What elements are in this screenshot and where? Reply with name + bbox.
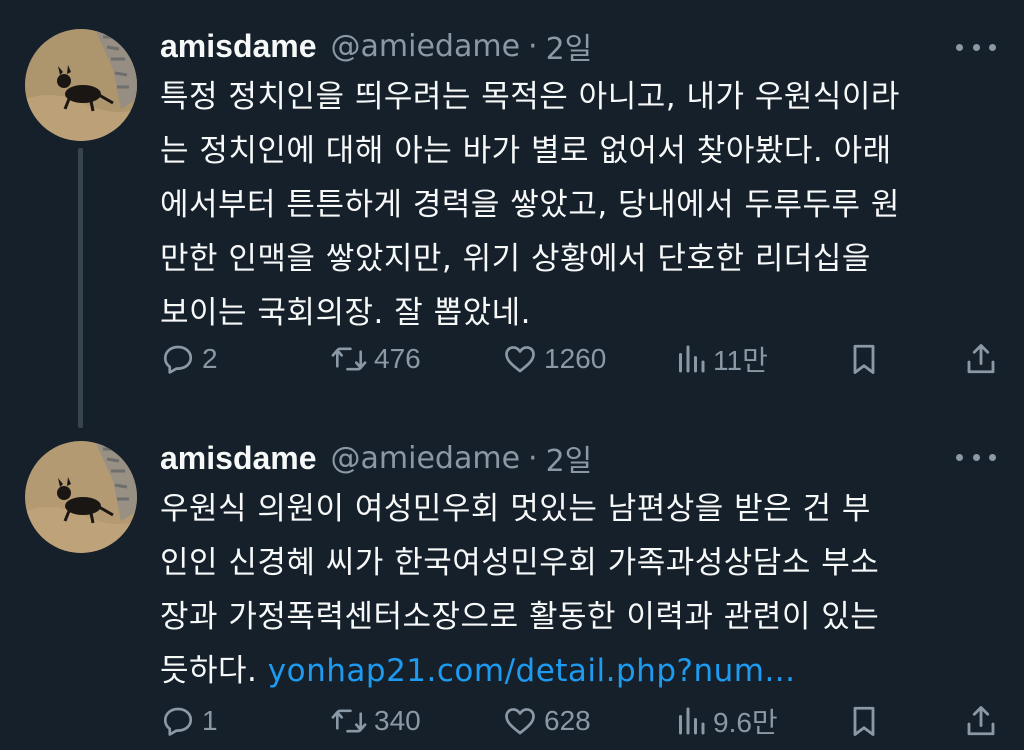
handle[interactable]: @amiedame bbox=[331, 29, 521, 64]
retweet-icon bbox=[331, 347, 367, 371]
handle[interactable]: @amiedame bbox=[331, 441, 521, 476]
more-icon bbox=[956, 453, 963, 461]
views-count: 9.6만 bbox=[713, 707, 778, 738]
avatar[interactable] bbox=[25, 29, 137, 141]
views-button[interactable]: 9.6만 bbox=[675, 701, 778, 741]
reply-icon bbox=[163, 707, 193, 736]
display-name[interactable]: amisdame bbox=[160, 440, 317, 477]
action-bar: 1 340 628 9.6만 bbox=[160, 701, 1000, 741]
more-button[interactable] bbox=[956, 32, 996, 62]
tweet-link[interactable]: yonhap21.com/detail.php?num... bbox=[268, 653, 796, 689]
reply-button[interactable]: 1 bbox=[160, 701, 218, 741]
heart-icon bbox=[505, 346, 535, 373]
reply-icon bbox=[163, 345, 193, 374]
retweet-button[interactable]: 340 bbox=[330, 701, 421, 741]
tweet-text-tail: 듯하다. bbox=[160, 653, 258, 689]
tweet-text: 우원식 의원이 여성민우회 멋있는 남편상을 받은 건 부 인인 신경혜 씨가 … bbox=[160, 482, 1000, 698]
share-button[interactable] bbox=[964, 339, 998, 379]
retweet-button[interactable]: 476 bbox=[330, 339, 421, 379]
retweet-count: 476 bbox=[374, 343, 421, 374]
like-button[interactable]: 628 bbox=[502, 701, 591, 741]
share-icon bbox=[967, 344, 995, 374]
tweet-header: amisdame @amiedame · 2일 bbox=[160, 24, 592, 68]
views-count: 11만 bbox=[713, 345, 768, 376]
action-bar: 2 476 1260 11만 bbox=[160, 339, 1000, 379]
thread-connector-line bbox=[78, 148, 83, 428]
tweet-text-line: 우원식 의원이 여성민우회 멋있는 남편상을 받은 건 부 bbox=[160, 491, 871, 527]
reply-count: 1 bbox=[202, 705, 218, 736]
retweet-icon bbox=[331, 709, 367, 733]
heart-icon bbox=[505, 708, 535, 735]
tweet-text: 특정 정치인을 띄우려는 목적은 아니고, 내가 우원식이라 는 정치인에 대해… bbox=[160, 70, 1000, 340]
bookmark-button[interactable] bbox=[848, 701, 880, 741]
tweet-text-line: 특정 정치인을 띄우려는 목적은 아니고, 내가 우원식이라 bbox=[160, 79, 900, 115]
views-icon bbox=[679, 345, 705, 373]
timestamp[interactable]: 2일 bbox=[546, 436, 593, 480]
more-icon bbox=[956, 43, 963, 51]
tweet[interactable]: amisdame @amiedame · 2일 우원식 의원이 여성민우회 멋있… bbox=[0, 410, 1024, 750]
bookmark-button[interactable] bbox=[848, 339, 880, 379]
timestamp[interactable]: 2일 bbox=[546, 24, 593, 68]
tweet-text-line: 는 정치인에 대해 아는 바가 별로 없어서 찾아봤다. 아래 bbox=[160, 133, 892, 169]
share-icon bbox=[967, 706, 995, 736]
tweet-text-line: 보이는 국회의장. 잘 뽑았네. bbox=[160, 295, 531, 331]
tweet-header: amisdame @amiedame · 2일 bbox=[160, 436, 592, 480]
views-icon bbox=[679, 707, 705, 735]
separator-dot: · bbox=[528, 440, 538, 476]
like-count: 628 bbox=[544, 705, 591, 736]
tweet-thread: amisdame @amiedame · 2일 특정 정치인을 띄우려는 목적은… bbox=[0, 0, 1024, 750]
bookmark-icon bbox=[853, 706, 875, 736]
views-button[interactable]: 11만 bbox=[675, 339, 768, 379]
avatar[interactable] bbox=[25, 441, 137, 553]
retweet-count: 340 bbox=[374, 705, 421, 736]
more-button[interactable] bbox=[956, 442, 996, 472]
tweet-text-line: 인인 신경혜 씨가 한국여성민우회 가족과성상담소 부소 bbox=[160, 545, 880, 581]
separator-dot: · bbox=[528, 28, 538, 64]
tweet-text-line: 장과 가정폭력센터소장으로 활동한 이력과 관련이 있는 bbox=[160, 599, 880, 635]
display-name[interactable]: amisdame bbox=[160, 28, 317, 65]
bookmark-icon bbox=[853, 344, 875, 374]
tweet-text-line: 만한 인맥을 쌓았지만, 위기 상황에서 단호한 리더십을 bbox=[160, 241, 871, 277]
reply-count: 2 bbox=[202, 343, 218, 374]
like-button[interactable]: 1260 bbox=[502, 339, 606, 379]
like-count: 1260 bbox=[544, 343, 607, 374]
share-button[interactable] bbox=[964, 701, 998, 741]
tweet-text-line: 에서부터 튼튼하게 경력을 쌓았고, 당내에서 두루두루 원 bbox=[160, 187, 900, 223]
tweet-text-line: 듯하다. yonhap21.com/detail.php?num... bbox=[160, 644, 1000, 698]
reply-button[interactable]: 2 bbox=[160, 339, 218, 379]
tweet[interactable]: amisdame @amiedame · 2일 특정 정치인을 띄우려는 목적은… bbox=[0, 0, 1024, 428]
